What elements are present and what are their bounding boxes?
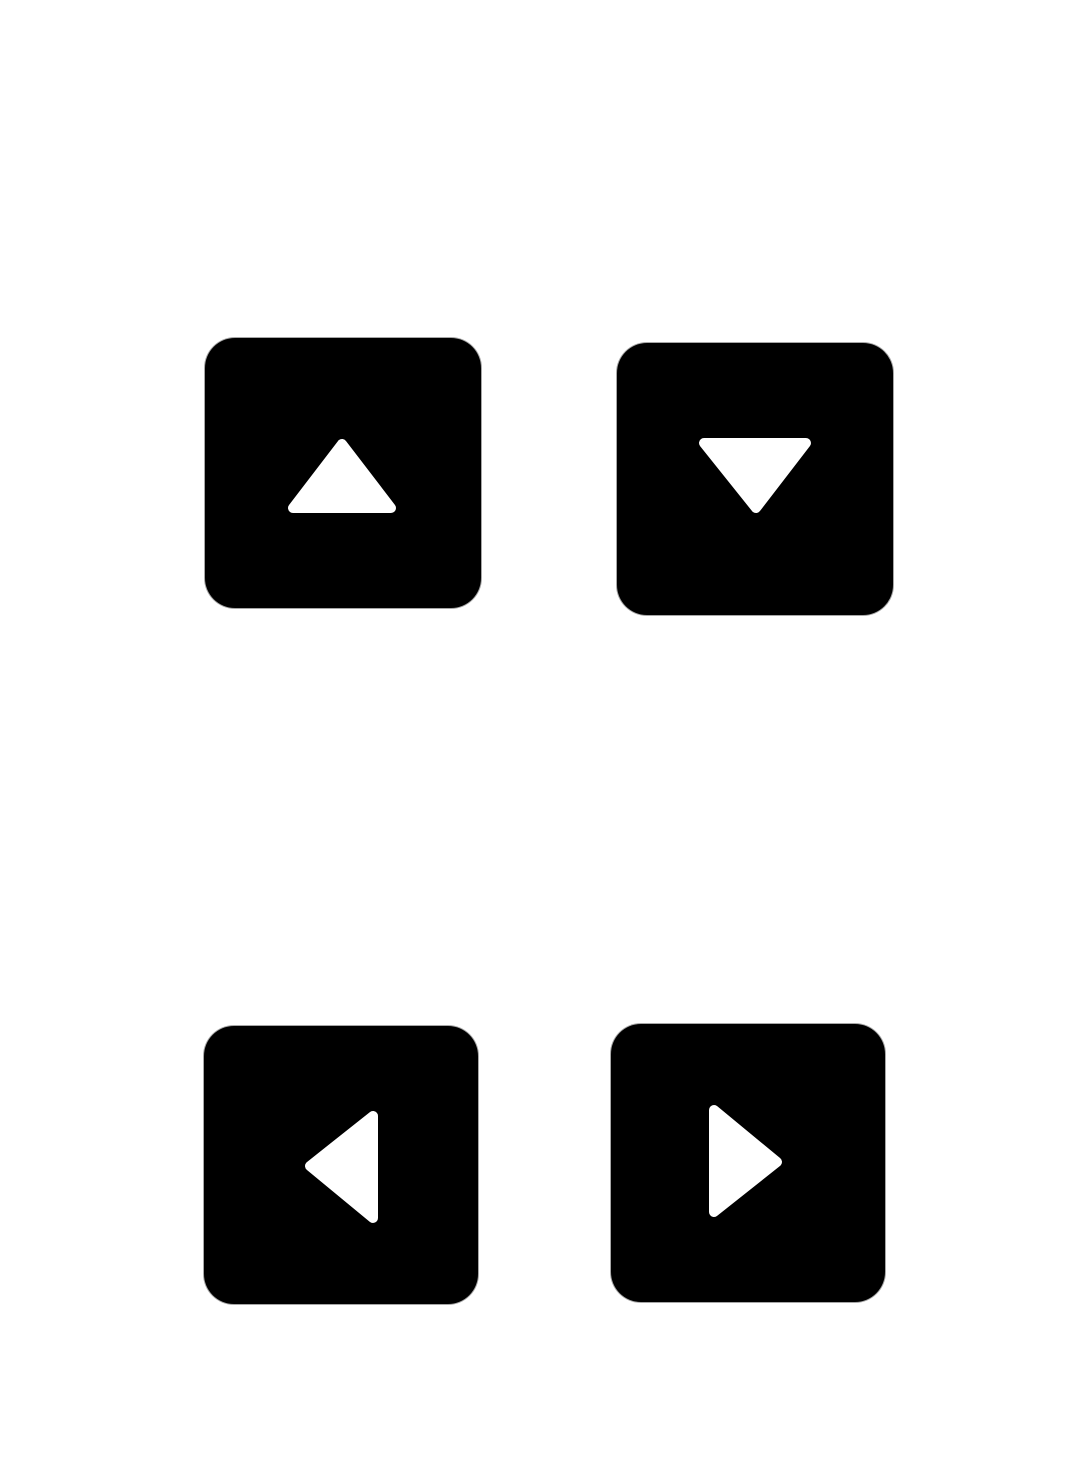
- arrow-keypad: [0, 0, 1080, 1470]
- left-arrow-button[interactable]: [204, 1026, 478, 1304]
- up-arrow-button[interactable]: [205, 338, 481, 608]
- up-arrow-icon: [288, 439, 396, 513]
- down-arrow-button[interactable]: [617, 343, 893, 615]
- right-arrow-icon: [709, 1105, 782, 1217]
- right-arrow-button[interactable]: [611, 1024, 885, 1302]
- down-arrow-icon: [699, 438, 811, 513]
- left-arrow-icon: [305, 1111, 378, 1223]
